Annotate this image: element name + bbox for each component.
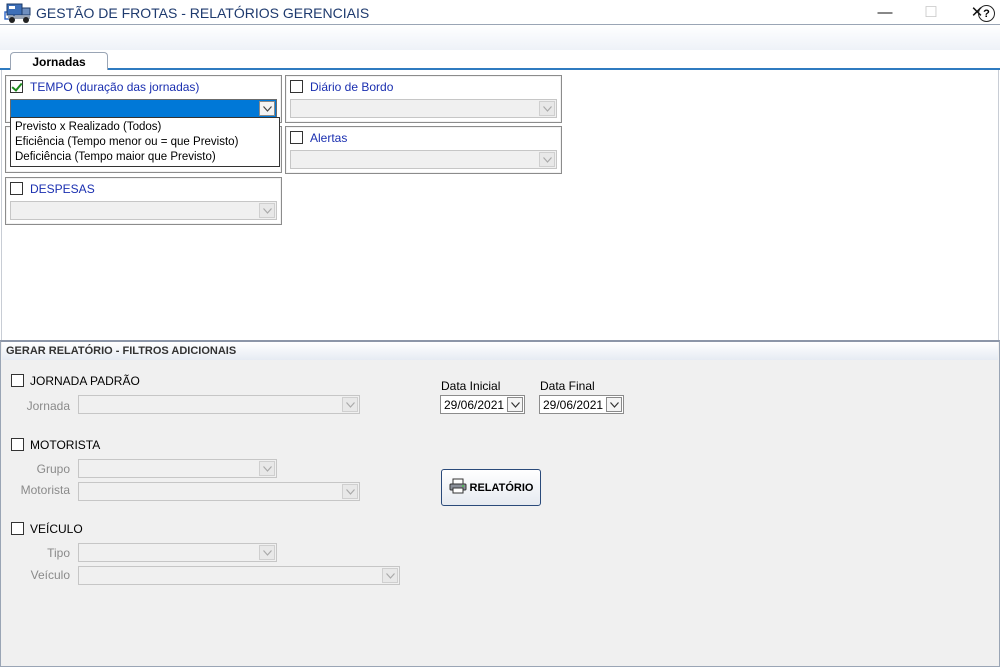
chevron-down-icon[interactable]	[342, 484, 358, 499]
alertas-label: Alertas	[310, 131, 348, 145]
chevron-down-icon[interactable]	[507, 397, 523, 412]
jornada-combobox[interactable]	[78, 395, 360, 414]
grupo-combobox[interactable]	[78, 459, 277, 478]
chevron-down-icon[interactable]	[259, 101, 275, 116]
data-inicial-value: 29/06/2021	[444, 398, 505, 412]
despesas-label: DESPESAS	[30, 182, 95, 196]
group-tempo: TEMPO (duração das jornadas)	[5, 75, 282, 123]
maximize-icon: ☐	[924, 4, 938, 21]
motorista-field-label: Motorista	[20, 483, 70, 497]
veiculo-combobox[interactable]	[78, 566, 400, 585]
minimize-icon: —	[877, 3, 893, 21]
data-final-label: Data Final	[540, 379, 595, 393]
alertas-combobox[interactable]	[290, 150, 557, 169]
veiculo-checkbox[interactable]	[11, 522, 24, 535]
maximize-button[interactable]: ☐	[908, 0, 954, 24]
tipo-field-label: Tipo	[47, 546, 70, 560]
tempo-dropdown-list: Previsto x Realizado (Todos) Eficiência …	[10, 117, 280, 167]
data-inicial-picker[interactable]: 29/06/2021	[440, 395, 525, 414]
dropdown-option[interactable]: Deficiência (Tempo maior que Previsto)	[11, 150, 279, 165]
jornada-field-label: Jornada	[26, 399, 70, 413]
group-alertas: Alertas	[285, 126, 562, 174]
veiculo-field-label: Veículo	[30, 568, 70, 582]
diario-label: Diário de Bordo	[310, 80, 394, 94]
tab-strip	[0, 50, 1000, 70]
despesas-combobox[interactable]	[10, 201, 277, 220]
motorista-checkbox[interactable]	[11, 438, 24, 451]
tempo-label: TEMPO (duração das jornadas)	[30, 80, 200, 94]
motorista-label: MOTORISTA	[30, 438, 101, 452]
dropdown-option[interactable]: Eficiência (Tempo menor ou = que Previst…	[11, 135, 279, 150]
filters-section-title: GERAR RELATÓRIO - FILTROS ADICIONAIS	[2, 342, 998, 360]
alertas-checkbox[interactable]	[290, 131, 303, 144]
jornada-padrao-checkbox[interactable]	[11, 374, 24, 387]
group-despesas: DESPESAS	[5, 177, 282, 225]
tempo-combobox[interactable]	[10, 99, 277, 118]
data-inicial-label: Data Inicial	[441, 379, 501, 393]
despesas-checkbox[interactable]	[10, 182, 23, 195]
chevron-down-icon[interactable]	[382, 568, 398, 583]
tempo-checkbox[interactable]	[10, 80, 23, 93]
fleet-truck-icon	[6, 2, 32, 24]
dropdown-option[interactable]: Previsto x Realizado (Todos)	[11, 120, 279, 135]
grupo-field-label: Grupo	[36, 462, 70, 476]
chevron-down-icon[interactable]	[259, 545, 275, 560]
chevron-down-icon[interactable]	[606, 397, 622, 412]
jornada-padrao-label: JORNADA PADRÃO	[30, 374, 140, 388]
printer-icon	[449, 478, 467, 497]
page-title: GESTÃO DE FROTAS - RELATÓRIOS GERENCIAIS	[36, 5, 370, 21]
data-final-picker[interactable]: 29/06/2021	[539, 395, 624, 414]
minimize-button[interactable]: —	[862, 0, 908, 24]
chevron-down-icon[interactable]	[259, 203, 275, 218]
diario-combobox[interactable]	[290, 99, 557, 118]
chevron-down-icon[interactable]	[539, 152, 555, 167]
chevron-down-icon[interactable]	[342, 397, 358, 412]
group-diario-de-bordo: Diário de Bordo	[285, 75, 562, 123]
tab-jornadas[interactable]: Jornadas	[10, 52, 108, 72]
veiculo-label: VEÍCULO	[30, 522, 83, 536]
relatorio-button-label: RELATÓRIO	[469, 481, 534, 494]
relatorio-button[interactable]: RELATÓRIO	[441, 469, 541, 506]
chevron-down-icon[interactable]	[259, 461, 275, 476]
data-final-value: 29/06/2021	[543, 398, 604, 412]
help-icon[interactable]: ?	[978, 5, 995, 22]
app-header	[0, 24, 1000, 50]
tipo-combobox[interactable]	[78, 543, 277, 562]
chevron-down-icon[interactable]	[539, 101, 555, 116]
diario-checkbox[interactable]	[290, 80, 303, 93]
motorista-combobox[interactable]	[78, 482, 360, 501]
